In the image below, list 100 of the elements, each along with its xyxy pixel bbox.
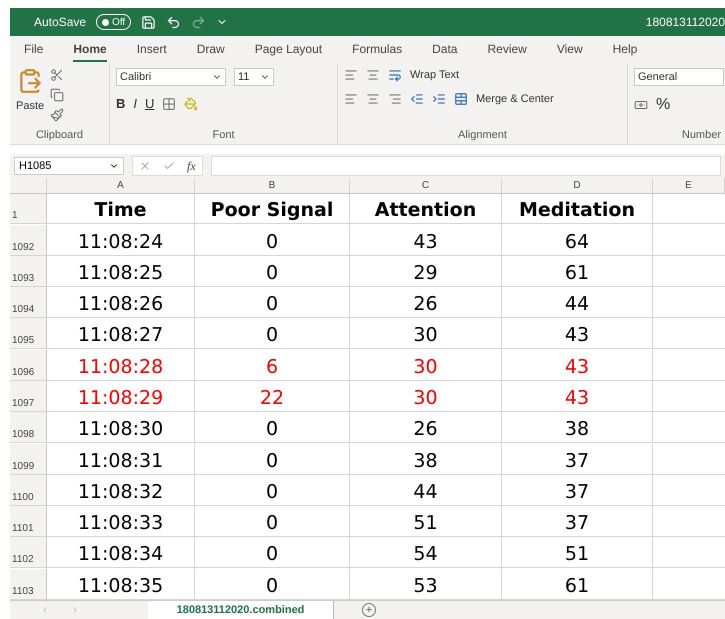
row-header[interactable]: 1098 bbox=[10, 412, 47, 444]
row-header[interactable]: 1 bbox=[10, 194, 47, 224]
row-header[interactable]: 1092 bbox=[10, 224, 47, 256]
menu-tab[interactable]: Home bbox=[73, 38, 107, 62]
row-header[interactable]: 1093 bbox=[10, 256, 47, 287]
format-painter-icon[interactable] bbox=[50, 108, 64, 122]
menu-tab[interactable]: Review bbox=[487, 38, 527, 62]
align-top-icon[interactable] bbox=[344, 68, 358, 82]
increase-indent-icon[interactable] bbox=[432, 92, 446, 106]
autosave-toggle[interactable]: Off bbox=[96, 14, 132, 30]
table-cell: 43 bbox=[502, 318, 653, 350]
table-cell: 43 bbox=[502, 350, 653, 381]
table-cell: 37 bbox=[502, 474, 653, 506]
table-cell: 29 bbox=[350, 256, 502, 287]
menu-tab[interactable]: View bbox=[556, 38, 583, 62]
table-cell: 11:08:24 bbox=[47, 224, 195, 256]
function-button[interactable]: fx bbox=[187, 158, 196, 174]
align-middle-icon[interactable] bbox=[366, 68, 380, 82]
table-cell: 0 bbox=[195, 444, 350, 475]
add-sheet-button[interactable]: + bbox=[362, 603, 376, 617]
table-cell: 30 bbox=[350, 380, 502, 412]
column-header[interactable]: A bbox=[47, 178, 195, 194]
menu-tab[interactable]: Draw bbox=[196, 38, 225, 62]
row-header[interactable]: 1097 bbox=[10, 380, 47, 412]
table-cell: 11:08:30 bbox=[47, 412, 195, 444]
row-header[interactable]: 1103 bbox=[10, 568, 47, 600]
menu-tab[interactable]: Insert bbox=[136, 38, 167, 62]
table-cell: 11:08:27 bbox=[47, 318, 195, 350]
table-cell: 30 bbox=[350, 350, 502, 381]
paste-label[interactable]: Paste bbox=[16, 100, 44, 112]
percent-button[interactable]: % bbox=[656, 96, 670, 114]
table-cell: 11:08:29 bbox=[47, 380, 195, 412]
cut-icon[interactable] bbox=[50, 68, 64, 82]
table-cell: 0 bbox=[195, 537, 350, 568]
sheet-tab[interactable]: 180813112020.combined bbox=[148, 601, 334, 619]
font-name-field[interactable]: Calibri bbox=[116, 68, 226, 86]
column-header[interactable]: E bbox=[653, 178, 725, 194]
row-header[interactable]: 1102 bbox=[10, 537, 47, 568]
table-cell: 0 bbox=[195, 412, 350, 444]
table-cell: 51 bbox=[350, 506, 502, 538]
table-cell: 11:08:26 bbox=[47, 287, 195, 318]
table-cell: 43 bbox=[350, 224, 502, 256]
menu-tab[interactable]: File bbox=[24, 38, 44, 62]
column-header[interactable]: C bbox=[350, 178, 502, 194]
copy-icon[interactable] bbox=[50, 88, 64, 102]
table-cell: 0 bbox=[195, 318, 350, 350]
merge-center-button[interactable]: Merge & Center bbox=[476, 93, 554, 105]
table-cell: Poor Signal bbox=[195, 194, 350, 224]
row-header[interactable]: 1101 bbox=[10, 506, 47, 538]
table-cell: 6 bbox=[195, 350, 350, 381]
window-title: 180813112020 bbox=[646, 15, 725, 29]
column-header[interactable]: B bbox=[195, 178, 350, 194]
menu-tab[interactable]: Formulas bbox=[352, 38, 402, 62]
row-header[interactable]: 1095 bbox=[10, 318, 47, 350]
table-cell: 44 bbox=[350, 474, 502, 506]
row-header[interactable]: 1099 bbox=[10, 444, 47, 475]
save-icon[interactable] bbox=[141, 14, 156, 30]
bold-button[interactable]: B bbox=[116, 96, 126, 111]
table-cell: 44 bbox=[502, 287, 653, 318]
column-header[interactable]: D bbox=[502, 178, 653, 194]
row-header[interactable]: 1096 bbox=[10, 350, 47, 381]
wrap-text-button[interactable]: Wrap Text bbox=[410, 69, 460, 81]
table-cell: 30 bbox=[350, 318, 502, 350]
decrease-indent-icon[interactable] bbox=[410, 92, 424, 106]
align-right-icon[interactable] bbox=[388, 92, 402, 106]
number-format-field[interactable]: General bbox=[634, 68, 724, 86]
table-cell: 0 bbox=[195, 506, 350, 538]
borders-icon[interactable] bbox=[162, 96, 176, 110]
row-header[interactable]: 1094 bbox=[10, 287, 47, 318]
table-cell: 11:08:34 bbox=[47, 537, 195, 568]
table-cell: 11:08:31 bbox=[47, 444, 195, 475]
menu-tab[interactable]: Page Layout bbox=[254, 38, 322, 62]
group-label: Font bbox=[211, 129, 236, 143]
currency-icon[interactable] bbox=[634, 98, 648, 112]
italic-button[interactable]: I bbox=[133, 96, 138, 111]
formula-field[interactable] bbox=[210, 156, 721, 176]
group-label: Clipboard bbox=[34, 129, 84, 143]
table-cell: 43 bbox=[502, 380, 653, 412]
table-cell: 11:08:25 bbox=[47, 256, 195, 287]
align-center-icon[interactable] bbox=[366, 92, 380, 106]
table-cell: 37 bbox=[502, 506, 653, 538]
fill-color-icon[interactable] bbox=[184, 96, 198, 110]
underline-button[interactable]: U bbox=[145, 96, 154, 111]
name-box[interactable]: H1085 bbox=[14, 157, 124, 175]
group-label: Alignment bbox=[457, 129, 508, 143]
table-cell: Time bbox=[47, 194, 195, 224]
font-size-field[interactable]: 11 bbox=[234, 68, 274, 86]
table-cell: 11:08:32 bbox=[47, 474, 195, 506]
merge-icon[interactable] bbox=[454, 92, 468, 106]
table-cell: Attention bbox=[350, 194, 502, 224]
table-cell: 11:08:28 bbox=[47, 350, 195, 381]
table-cell: 0 bbox=[195, 224, 350, 256]
menu-tab[interactable]: Data bbox=[432, 38, 458, 62]
table-cell: 0 bbox=[195, 256, 350, 287]
row-header[interactable]: 1100 bbox=[10, 474, 47, 506]
wrap-text-icon[interactable] bbox=[388, 68, 402, 82]
table-cell: 51 bbox=[502, 537, 653, 568]
menu-tab[interactable]: Help bbox=[612, 38, 638, 62]
undo-icon[interactable] bbox=[166, 14, 182, 30]
align-left-icon[interactable] bbox=[344, 92, 358, 106]
